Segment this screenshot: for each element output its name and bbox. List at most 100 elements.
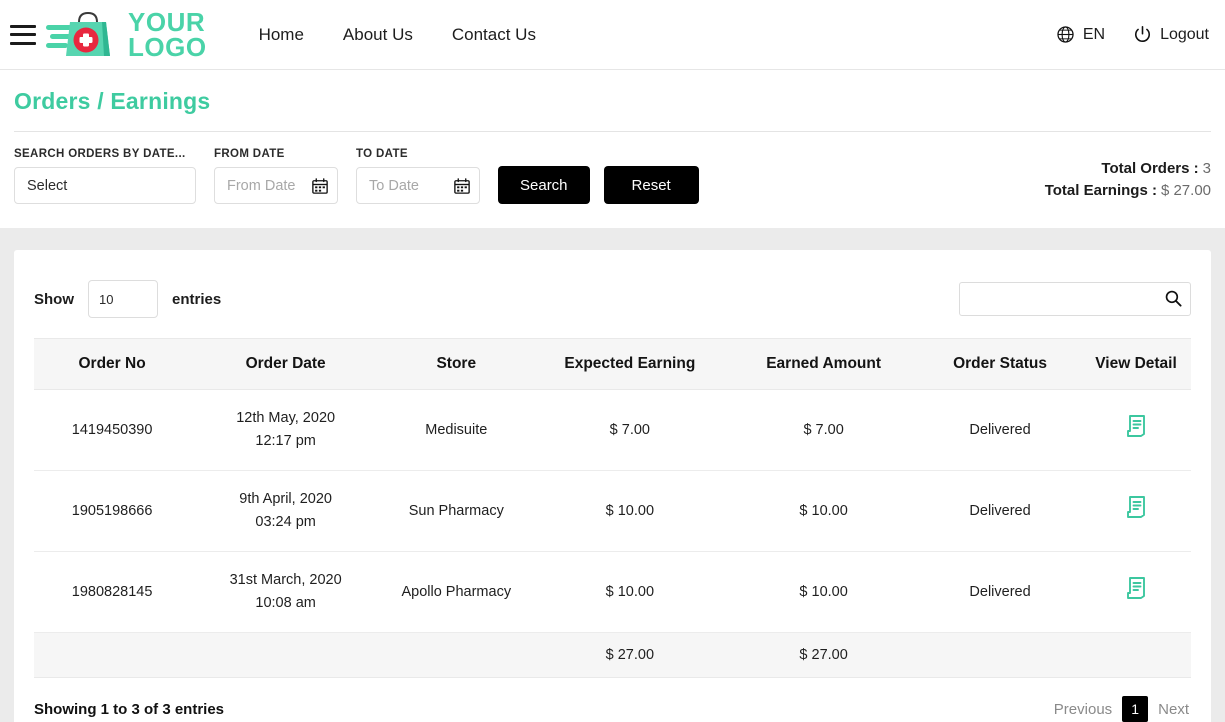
column-header-earned-amount[interactable]: Earned Amount bbox=[728, 338, 920, 390]
from-date-label: FROM DATE bbox=[214, 148, 285, 160]
cell-view-detail bbox=[1081, 551, 1191, 633]
nav-item-about-us[interactable]: About Us bbox=[343, 25, 413, 45]
column-header-view-detail[interactable]: View Detail bbox=[1081, 338, 1191, 390]
table-row: 1419450390 12th May, 2020 12:17 pm Medis… bbox=[34, 389, 1191, 471]
cell-expected-earning: $ 7.00 bbox=[531, 389, 729, 471]
cell-view-detail bbox=[1081, 470, 1191, 552]
total-earnings-row: Total Earnings : $ 27.00 bbox=[1045, 180, 1211, 202]
logout-label: Logout bbox=[1160, 25, 1209, 43]
pagination-page-1[interactable]: 1 bbox=[1122, 696, 1149, 722]
order-time-text: 03:24 pm bbox=[255, 514, 316, 530]
cell-view-detail bbox=[1081, 389, 1191, 471]
show-label: Show bbox=[34, 290, 74, 308]
filter-group-search-by-date: SEARCH ORDERS BY DATE... Select bbox=[14, 148, 196, 204]
table-row: 1905198666 9th April, 2020 03:24 pm Sun … bbox=[34, 470, 1191, 552]
from-date-placeholder: From Date bbox=[227, 177, 296, 194]
cell-earned-amount: $ 7.00 bbox=[728, 389, 920, 471]
table-search-input[interactable] bbox=[959, 282, 1191, 316]
app-root: YOUR LOGO Home About Us Contact Us EN Lo… bbox=[0, 0, 1225, 722]
search-button[interactable]: Search bbox=[498, 166, 590, 204]
pagination-next[interactable]: Next bbox=[1156, 697, 1191, 722]
cell-expected-earning: $ 10.00 bbox=[531, 470, 729, 552]
globe-icon bbox=[1057, 26, 1074, 43]
total-earnings-value: $ 27.00 bbox=[1160, 182, 1211, 199]
magnifier-icon[interactable] bbox=[1164, 289, 1183, 308]
column-header-order-no[interactable]: Order No bbox=[34, 338, 191, 390]
column-header-order-date[interactable]: Order Date bbox=[190, 338, 382, 390]
nav-item-contact-us[interactable]: Contact Us bbox=[452, 25, 536, 45]
to-date-label: TO DATE bbox=[356, 148, 408, 160]
language-label: EN bbox=[1082, 25, 1106, 43]
logo-line-2: LOGO bbox=[128, 31, 207, 62]
calendar-icon[interactable] bbox=[453, 177, 471, 195]
receipt-icon[interactable] bbox=[1125, 495, 1147, 519]
cell-order-no: 1419450390 bbox=[34, 389, 191, 471]
to-date-field[interactable]: To Date bbox=[356, 167, 480, 204]
cell-order-status: Delivered bbox=[919, 389, 1082, 471]
top-header: YOUR LOGO Home About Us Contact Us EN Lo… bbox=[0, 0, 1225, 70]
table-row: 1980828145 31st March, 2020 10:08 am Apo… bbox=[34, 551, 1191, 633]
orders-table: Order No Order Date Store Expected Earni… bbox=[34, 338, 1191, 678]
order-date-text: 12th May, 2020 bbox=[236, 410, 336, 426]
logo[interactable]: YOUR LOGO bbox=[46, 9, 207, 61]
column-header-expected-earning[interactable]: Expected Earning bbox=[531, 338, 729, 390]
table-footer: Showing 1 to 3 of 3 entries Previous 1 N… bbox=[34, 678, 1191, 722]
footer-spacer-status bbox=[919, 632, 1082, 678]
entries-per-page-input[interactable] bbox=[88, 280, 158, 318]
footer-spacer-order-date bbox=[190, 632, 382, 678]
table-search bbox=[959, 282, 1191, 316]
order-time-text: 12:17 pm bbox=[255, 433, 316, 449]
reset-button[interactable]: Reset bbox=[603, 166, 699, 204]
footer-spacer-store bbox=[381, 632, 532, 678]
cell-expected-earning: $ 10.00 bbox=[531, 551, 729, 633]
orders-table-head: Order No Order Date Store Expected Earni… bbox=[34, 338, 1191, 390]
filter-bar: SEARCH ORDERS BY DATE... Select FROM DAT… bbox=[14, 132, 1211, 228]
cell-order-date: 9th April, 2020 03:24 pm bbox=[190, 470, 382, 552]
pagination-previous[interactable]: Previous bbox=[1052, 697, 1114, 722]
search-by-date-label: SEARCH ORDERS BY DATE... bbox=[14, 148, 186, 160]
main-nav: Home About Us Contact Us bbox=[259, 25, 536, 45]
from-date-field[interactable]: From Date bbox=[214, 167, 338, 204]
nav-item-home[interactable]: Home bbox=[259, 25, 304, 45]
pagination: Previous 1 Next bbox=[1052, 696, 1191, 722]
logo-text: YOUR LOGO bbox=[128, 9, 207, 62]
summary-totals: Total Orders :3 Total Earnings : $ 27.00 bbox=[1045, 158, 1211, 204]
table-total-row: $ 27.00 $ 27.00 bbox=[34, 632, 1191, 678]
total-orders-value: 3 bbox=[1202, 160, 1211, 177]
receipt-icon[interactable] bbox=[1125, 576, 1147, 600]
filter-group-from-date: FROM DATE From Date bbox=[214, 148, 338, 204]
hamburger-icon[interactable] bbox=[10, 24, 36, 45]
footer-earned-total: $ 27.00 bbox=[728, 632, 920, 678]
date-preset-select[interactable]: Select bbox=[14, 167, 196, 204]
footer-spacer-order-no bbox=[34, 632, 191, 678]
cell-order-date: 31st March, 2020 10:08 am bbox=[190, 551, 382, 633]
power-icon bbox=[1135, 25, 1151, 43]
total-earnings-label: Total Earnings : bbox=[1044, 182, 1157, 199]
order-date-text: 31st March, 2020 bbox=[229, 572, 342, 588]
cell-earned-amount: $ 10.00 bbox=[728, 470, 920, 552]
orders-table-foot: $ 27.00 $ 27.00 bbox=[34, 632, 1191, 678]
header-actions: EN Logout bbox=[1056, 25, 1209, 44]
calendar-icon[interactable] bbox=[311, 177, 329, 195]
order-date-text: 9th April, 2020 bbox=[239, 491, 332, 507]
orders-card: Show entries Order No Order Date S bbox=[14, 250, 1211, 722]
table-header-row: Order No Order Date Store Expected Earni… bbox=[34, 338, 1191, 390]
language-switcher[interactable]: EN bbox=[1056, 25, 1105, 44]
cell-order-date: 12th May, 2020 12:17 pm bbox=[190, 389, 382, 471]
column-header-store[interactable]: Store bbox=[381, 338, 532, 390]
to-date-placeholder: To Date bbox=[369, 177, 419, 194]
date-preset-select-value: Select bbox=[27, 177, 68, 194]
order-time-text: 10:08 am bbox=[255, 595, 316, 611]
total-orders-row: Total Orders :3 bbox=[1045, 158, 1211, 180]
page-header-band: Orders / Earnings SEARCH ORDERS BY DATE.… bbox=[0, 70, 1225, 228]
content-area: Show entries Order No Order Date S bbox=[0, 228, 1225, 722]
cell-store: Apollo Pharmacy bbox=[381, 551, 532, 633]
cell-earned-amount: $ 10.00 bbox=[728, 551, 920, 633]
showing-entries-text: Showing 1 to 3 of 3 entries bbox=[34, 700, 225, 718]
shopping-bag-medical-icon bbox=[46, 11, 110, 56]
cell-order-status: Delivered bbox=[919, 470, 1082, 552]
column-header-order-status[interactable]: Order Status bbox=[919, 338, 1082, 390]
receipt-icon[interactable] bbox=[1125, 414, 1147, 438]
entries-label: entries bbox=[172, 290, 222, 308]
logout-button[interactable]: Logout bbox=[1133, 25, 1209, 44]
